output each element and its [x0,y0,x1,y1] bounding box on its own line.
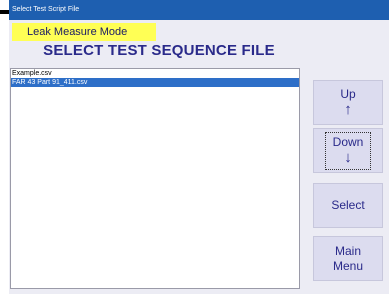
page-title: SELECT TEST SEQUENCE FILE [43,42,275,59]
dialog-body: Leak Measure Mode SELECT TEST SEQUENCE F… [9,20,389,294]
select-button[interactable]: Select [313,183,383,228]
main-menu-label-line2: Menu [332,259,364,273]
file-list[interactable]: Example.csv FAR 43 Part 91_411.csv [10,68,300,289]
window-title: Select Test Script File [12,6,80,13]
arrow-up-icon: ↑ [344,101,352,118]
file-list-item[interactable]: Example.csv [11,69,299,78]
up-button[interactable]: Up ↑ [313,80,383,125]
window-titlebar: Select Test Script File [9,0,389,20]
file-list-item-selected[interactable]: FAR 43 Part 91_411.csv [11,78,299,87]
select-button-label: Select [331,198,365,212]
up-button-label: Up [340,87,356,101]
mode-badge: Leak Measure Mode [12,23,156,41]
main-menu-label-line1: Main [334,244,361,258]
down-button[interactable]: Down ↓ [313,128,383,173]
left-edge-marker [0,10,9,14]
focus-ring [325,132,371,170]
main-menu-button[interactable]: Main Menu [313,236,383,281]
